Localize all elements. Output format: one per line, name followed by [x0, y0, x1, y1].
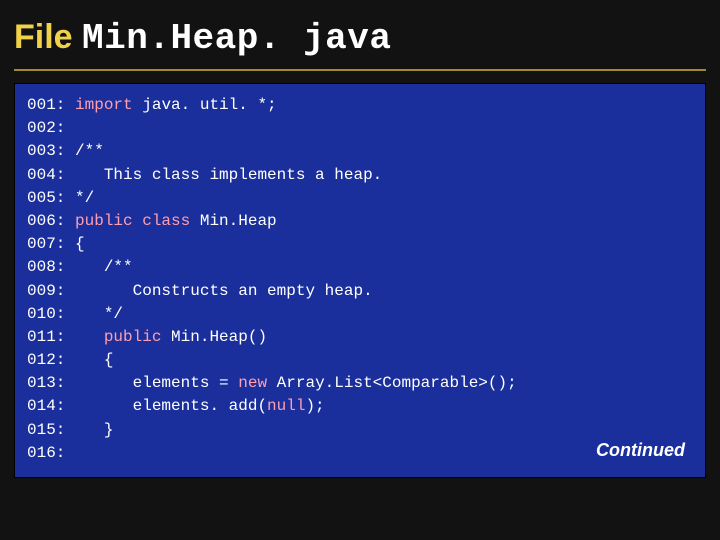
code-segment: { — [75, 351, 113, 369]
code-line: 015: } — [27, 419, 693, 442]
code-line: 007: { — [27, 233, 693, 256]
code-line: 010: */ — [27, 303, 693, 326]
code-segment: import — [75, 96, 142, 114]
code-segment: public — [104, 328, 171, 346]
code-line: 008: /** — [27, 256, 693, 279]
line-number: 015: — [27, 421, 75, 439]
line-number: 001: — [27, 96, 75, 114]
line-number: 002: — [27, 119, 75, 137]
code-segment: /** — [75, 142, 104, 160]
line-number: 006: — [27, 212, 75, 230]
code-segment: null — [267, 397, 305, 415]
code-segment: */ — [75, 189, 94, 207]
code-segment: Min.Heap — [200, 212, 277, 230]
code-segment: public class — [75, 212, 200, 230]
title-divider — [14, 69, 706, 71]
title-file-word: File — [14, 18, 73, 56]
line-number: 005: — [27, 189, 75, 207]
code-line: 005: */ — [27, 187, 693, 210]
page-title: File Min.Heap. java — [14, 18, 706, 59]
code-segment — [75, 328, 104, 346]
line-number: 003: — [27, 142, 75, 160]
line-number: 009: — [27, 282, 75, 300]
line-number: 016: — [27, 444, 75, 462]
code-segment: */ — [75, 305, 123, 323]
line-number: 011: — [27, 328, 75, 346]
code-segment: Min.Heap() — [171, 328, 267, 346]
code-line: 013: elements = new Array.List<Comparabl… — [27, 372, 693, 395]
line-number: 010: — [27, 305, 75, 323]
code-line: 002: — [27, 117, 693, 140]
code-line: 006: public class Min.Heap — [27, 210, 693, 233]
line-number: 007: — [27, 235, 75, 253]
line-number: 012: — [27, 351, 75, 369]
code-segment: elements. add( — [75, 397, 267, 415]
code-line: 011: public Min.Heap() — [27, 326, 693, 349]
code-segment: /** — [75, 258, 133, 276]
line-number: 014: — [27, 397, 75, 415]
code-segment: { — [75, 235, 85, 253]
code-line: 009: Constructs an empty heap. — [27, 280, 693, 303]
code-line: 016: — [27, 442, 693, 465]
line-number: 004: — [27, 166, 75, 184]
continued-label: Continued — [596, 437, 685, 463]
line-number: 013: — [27, 374, 75, 392]
code-segment: } — [75, 421, 113, 439]
code-line: 012: { — [27, 349, 693, 372]
code-line: 004: This class implements a heap. — [27, 164, 693, 187]
code-segment: elements = — [75, 374, 238, 392]
code-segment: new — [238, 374, 276, 392]
line-number: 008: — [27, 258, 75, 276]
code-line: 001: import java. util. *; — [27, 94, 693, 117]
title-file-name: Min.Heap. java — [82, 18, 391, 59]
code-segment: Array.List<Comparable>(); — [277, 374, 517, 392]
code-segment: java. util. *; — [142, 96, 276, 114]
slide: File Min.Heap. java 001: import java. ut… — [0, 0, 720, 540]
code-line: 014: elements. add(null); — [27, 395, 693, 418]
code-segment: Constructs an empty heap. — [75, 282, 373, 300]
code-block: 001: import java. util. *;002: 003: /**0… — [14, 83, 706, 478]
code-line: 003: /** — [27, 140, 693, 163]
code-segment: This class implements a heap. — [75, 166, 382, 184]
code-segment: ); — [305, 397, 324, 415]
